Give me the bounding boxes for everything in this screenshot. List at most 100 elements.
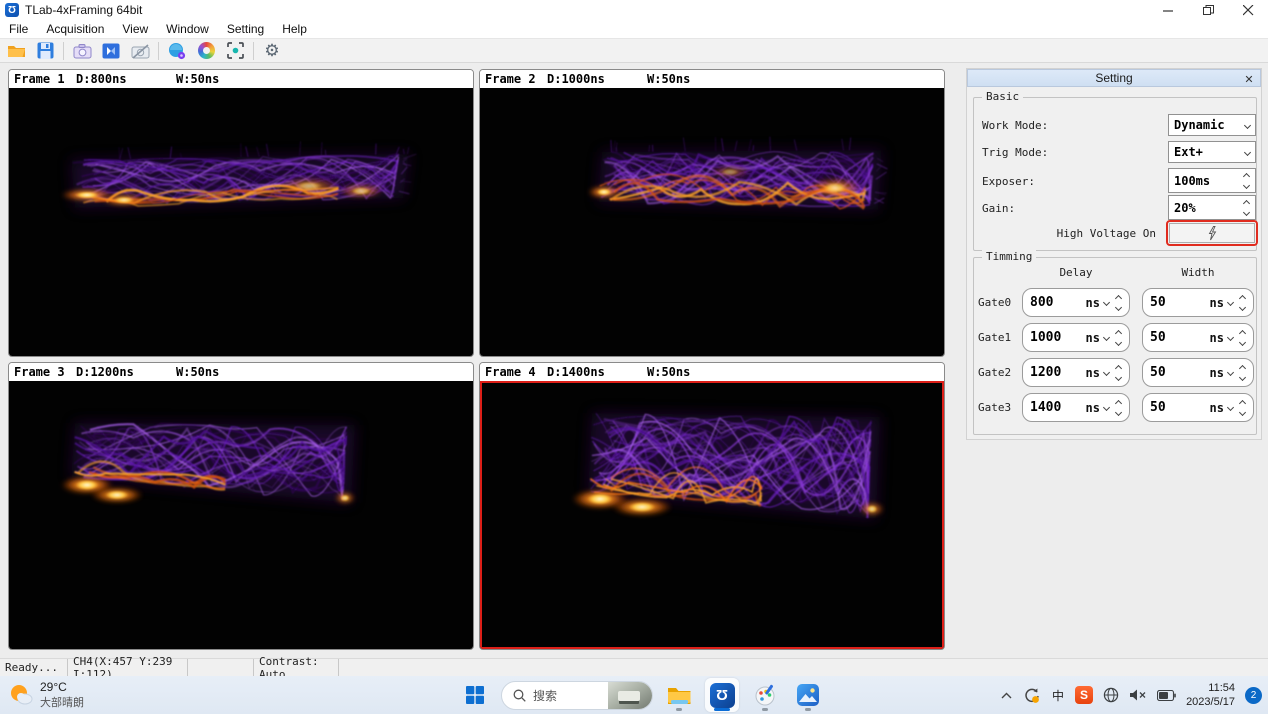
gate2-delay-field[interactable]: 1200 ns [1022, 358, 1130, 387]
sphere-settings-icon[interactable] [166, 40, 188, 62]
sogou-icon[interactable]: S [1075, 686, 1093, 704]
chevron-down-icon[interactable] [1115, 373, 1122, 380]
frame-panel-1[interactable]: Frame 1 D:800ns W:50ns [8, 69, 474, 357]
chevron-down-icon[interactable] [1103, 299, 1110, 306]
camera-off-icon[interactable] [129, 40, 151, 62]
sync-icon[interactable] [1023, 687, 1041, 704]
gate0-delay-value: 800 [1030, 295, 1086, 310]
gear-icon[interactable]: ⚙ [261, 40, 283, 62]
chevron-down-icon[interactable] [1239, 338, 1246, 345]
globe-icon[interactable] [1103, 687, 1119, 703]
gate0-delay-field[interactable]: 800 ns [1022, 288, 1130, 317]
chevron-down-icon[interactable] [1239, 408, 1246, 415]
chevron-down-icon[interactable] [1239, 373, 1246, 380]
start-button[interactable] [458, 678, 492, 712]
chevron-down-icon[interactable] [1227, 334, 1234, 341]
color-wheel-icon[interactable] [195, 40, 217, 62]
chevron-down-icon[interactable] [1239, 303, 1246, 310]
unit-label: ns [1086, 331, 1100, 345]
weather-desc: 大部晴朗 [40, 694, 84, 710]
trig-mode-select[interactable]: Ext+ [1168, 141, 1256, 163]
ime-indicator[interactable]: 中 [1051, 686, 1065, 705]
menu-item-view[interactable]: View [113, 20, 157, 38]
taskbar-app-photos[interactable] [791, 678, 825, 712]
search-input[interactable]: 搜索 [501, 681, 653, 710]
paint-icon [753, 683, 777, 707]
speaker-muted-icon[interactable] [1129, 688, 1147, 702]
gate1-delay-field[interactable]: 1000 ns [1022, 323, 1130, 352]
frame-image[interactable] [9, 381, 473, 649]
chevron-up-icon[interactable] [1115, 329, 1122, 336]
search-placeholder: 搜索 [533, 687, 557, 704]
menu-item-acquisition[interactable]: Acquisition [37, 20, 113, 38]
gate0-width-field[interactable]: 50 ns [1142, 288, 1254, 317]
gain-spinner[interactable]: 20% [1168, 195, 1256, 220]
gate3-delay-field[interactable]: 1400 ns [1022, 393, 1130, 422]
chevron-up-icon[interactable] [1239, 294, 1246, 301]
chevron-up-icon[interactable] [1243, 172, 1250, 179]
settings-titlebar[interactable]: Setting ✕ [967, 69, 1261, 87]
minimize-button[interactable] [1148, 0, 1188, 20]
battery-icon[interactable] [1157, 690, 1176, 701]
chevron-down-icon[interactable] [1227, 404, 1234, 411]
chevron-down-icon[interactable] [1243, 208, 1250, 215]
chevron-down-icon[interactable] [1243, 181, 1250, 188]
close-button[interactable] [1228, 0, 1268, 20]
chevron-down-icon[interactable] [1115, 338, 1122, 345]
frame-panel-4-selected[interactable]: Frame 4 D:1400ns W:50ns [479, 362, 945, 650]
gate3-width-field[interactable]: 50 ns [1142, 393, 1254, 422]
gain-value: 20% [1174, 201, 1196, 215]
frame-image[interactable] [9, 88, 473, 356]
menu-item-window[interactable]: Window [157, 20, 218, 38]
unit-label: ns [1210, 366, 1224, 380]
chevron-up-icon[interactable] [1115, 364, 1122, 371]
taskbar-app-paint[interactable] [748, 678, 782, 712]
menu-item-file[interactable]: File [0, 20, 37, 38]
chevron-down-icon[interactable] [1103, 369, 1110, 376]
taskbar-app-file-explorer[interactable] [662, 678, 696, 712]
exposer-spinner[interactable]: 100ms [1168, 168, 1256, 193]
settings-panel: Setting ✕ Basic Work Mode: Dynamic Trig … [966, 68, 1262, 440]
notification-badge[interactable]: 2 [1245, 687, 1262, 704]
play-film-icon[interactable] [100, 40, 122, 62]
focus-icon[interactable] [224, 40, 246, 62]
chevron-down-icon[interactable] [1227, 299, 1234, 306]
clock-widget[interactable]: 11:54 2023/5/17 [1186, 681, 1235, 710]
gate0-width-value: 50 [1150, 295, 1210, 310]
gate2-label: Gate2 [978, 366, 1011, 379]
chevron-down-icon[interactable] [1227, 369, 1234, 376]
gate2-width-field[interactable]: 50 ns [1142, 358, 1254, 387]
high-voltage-button[interactable] [1169, 223, 1255, 243]
running-indicator [805, 708, 811, 711]
chevron-down-icon[interactable] [1103, 404, 1110, 411]
camera-icon[interactable] [71, 40, 93, 62]
close-icon[interactable]: ✕ [1242, 72, 1256, 86]
chevron-up-icon[interactable] [1239, 399, 1246, 406]
frame-title: Frame 3 [14, 365, 76, 379]
restore-button[interactable] [1188, 0, 1228, 20]
menu-item-help[interactable]: Help [273, 20, 316, 38]
menu-item-setting[interactable]: Setting [218, 20, 273, 38]
work-mode-select[interactable]: Dynamic [1168, 114, 1256, 136]
save-icon[interactable] [34, 40, 56, 62]
chevron-up-icon[interactable] [1115, 294, 1122, 301]
taskbar-app-tlab-active[interactable]: Ʊ [705, 678, 739, 712]
chevron-down-icon[interactable] [1103, 334, 1110, 341]
gate1-width-field[interactable]: 50 ns [1142, 323, 1254, 352]
chevron-down-icon[interactable] [1115, 303, 1122, 310]
frame-panel-3[interactable]: Frame 3 D:1200ns W:50ns [8, 362, 474, 650]
chevron-up-icon[interactable] [1000, 691, 1013, 700]
search-highlight-image[interactable] [608, 682, 652, 710]
chevron-up-icon[interactable] [1243, 199, 1250, 206]
tlab-app-icon: Ʊ [710, 683, 735, 708]
chevron-up-icon[interactable] [1239, 329, 1246, 336]
chevron-up-icon[interactable] [1115, 399, 1122, 406]
frame-panel-2[interactable]: Frame 2 D:1000ns W:50ns [479, 69, 945, 357]
chevron-up-icon[interactable] [1239, 364, 1246, 371]
chevron-down-icon[interactable] [1115, 408, 1122, 415]
open-folder-icon[interactable] [5, 40, 27, 62]
unit-label: ns [1086, 401, 1100, 415]
frame-image[interactable] [480, 381, 944, 649]
weather-widget[interactable]: 29°C 大部晴朗 [8, 680, 84, 710]
frame-image[interactable] [480, 88, 944, 356]
